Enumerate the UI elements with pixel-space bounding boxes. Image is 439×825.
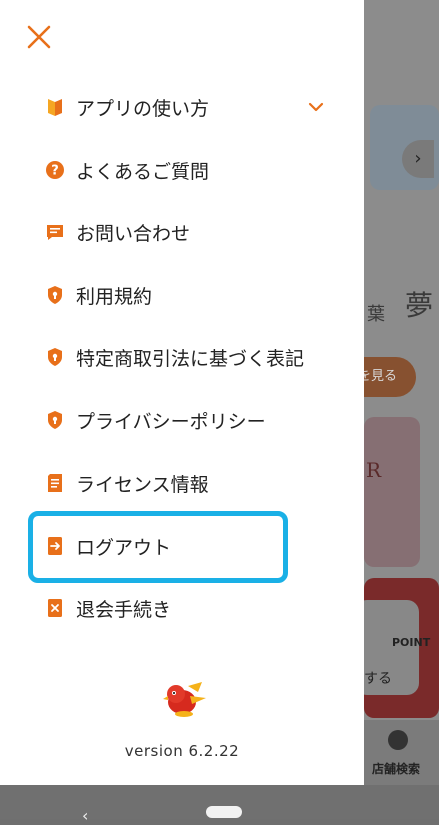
shield-lock-icon [44,346,66,368]
menu-item-label: お問い合わせ [76,222,191,245]
point-card-text: する [364,671,392,687]
carousel-next-icon: › [402,140,434,178]
menu-item-app-guide[interactable]: アプリの使い方 [44,87,344,127]
menu-item-label: ライセンス情報 [76,473,209,496]
menu-item-commerce-act[interactable]: 特定商取引法に基づく表記 [44,337,344,377]
menu-item-faq[interactable]: ? よくあるご質問 [44,150,344,190]
mascot-logo [162,676,208,720]
background-kanji: 夢 [405,289,434,322]
close-icon[interactable] [26,24,52,50]
promo-text: R [366,458,382,482]
menu-item-withdraw[interactable]: 退会手続き [44,588,344,628]
chat-bubble-icon [44,221,66,243]
shield-lock-icon [44,284,66,306]
document-icon [44,472,66,494]
logout-icon [44,535,66,557]
back-icon[interactable]: ‹ [82,806,88,825]
store-search-label: 店舗検索 [372,762,421,776]
background-text: 葉 [367,304,385,325]
menu-item-label: よくあるご質問 [76,160,210,183]
shield-lock-icon [44,409,66,431]
app-version: version 6.2.22 [124,742,240,760]
menu-item-label: ログアウト [76,536,172,559]
svg-text:?: ? [51,164,59,179]
menu-item-label: アプリの使い方 [76,97,210,120]
menu-item-license[interactable]: ライセンス情報 [44,463,344,503]
navigation-drawer: アプリの使い方 ? よくあるご質問 お問い合わせ 利用規約 特定商取引法に基づく… [0,0,364,785]
menu-item-privacy-policy[interactable]: プライバシーポリシー [44,400,344,440]
store-location-icon [388,730,408,750]
point-label: POINT [392,636,431,649]
menu-item-label: 退会手続き [76,598,172,621]
menu-item-logout[interactable]: ログアウト [44,526,344,566]
menu-item-label: 利用規約 [76,285,153,308]
question-circle-icon: ? [44,159,66,181]
menu-item-terms[interactable]: 利用規約 [44,275,344,315]
promo-card [364,417,420,567]
home-pill-icon[interactable] [206,806,242,818]
guide-book-icon [44,96,66,118]
menu-item-label: プライバシーポリシー [76,410,266,433]
withdraw-icon [44,597,66,619]
menu-item-contact[interactable]: お問い合わせ [44,212,344,252]
chevron-down-icon[interactable] [305,96,327,118]
menu-item-label: 特定商取引法に基づく表記 [76,347,305,370]
